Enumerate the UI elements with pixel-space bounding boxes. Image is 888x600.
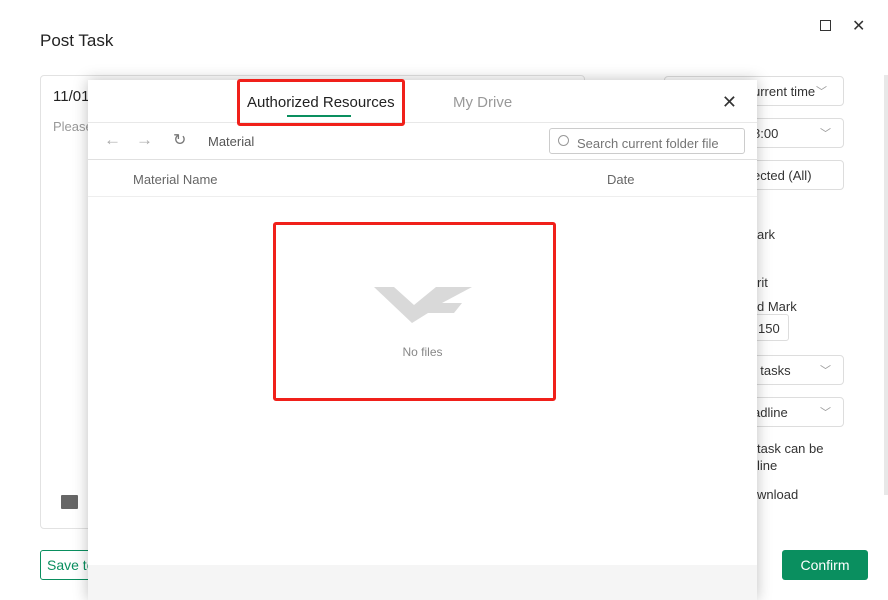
editor-date: 11/01 [53,88,90,105]
close-icon[interactable]: ✕ [722,92,737,113]
table-header: Material Name Date [88,160,757,197]
chevron-down-icon: ﹀ [820,365,831,377]
modal-footer [88,565,757,600]
image-icon[interactable] [61,495,78,509]
scrollbar[interactable] [884,75,888,495]
search-input[interactable] [549,128,745,154]
select-value: urrent time [753,84,816,99]
highlight-box-tabs [237,79,405,126]
option-label: ark [757,227,776,242]
search-icon [558,135,569,146]
highlight-box-empty [273,222,556,401]
select-value: adline [753,405,788,420]
option-label: wnload [757,487,799,502]
dialog-title: Post Task [40,31,114,50]
confirm-button[interactable]: Confirm [782,550,868,580]
close-icon[interactable]: ✕ [852,16,865,36]
breadcrumb[interactable]: Material [208,134,254,149]
select-value: t tasks [753,363,791,378]
column-material-name[interactable]: Material Name [133,172,218,187]
select-value: ected (All) [753,168,812,183]
tab-my-drive[interactable]: My Drive [453,94,512,111]
chevron-down-icon: ﹀ [820,128,831,140]
forward-arrow-icon[interactable]: → [136,130,153,150]
editor-placeholder: Please [53,119,93,134]
option-label: d Mark [757,299,797,314]
chevron-down-icon: ﹀ [820,407,831,419]
back-arrow-icon[interactable]: ← [104,130,121,150]
option-label: rit [757,275,768,290]
refresh-icon[interactable]: ↻ [173,130,186,150]
chevron-down-icon: ﹀ [816,86,827,98]
toolbar: ← → ↻ Material [88,123,757,160]
option-label: task can be [757,441,824,456]
column-date[interactable]: Date [607,172,634,187]
option-label: line [757,458,778,473]
maximize-icon[interactable] [820,20,831,31]
modal-header: Authorized Resources My Drive ✕ [88,80,757,123]
